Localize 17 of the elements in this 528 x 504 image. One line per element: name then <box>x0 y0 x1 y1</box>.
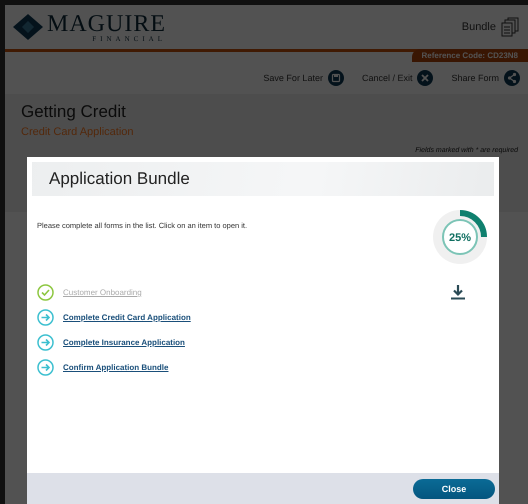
save-icon <box>328 70 344 86</box>
form-link[interactable]: Confirm Application Bundle <box>63 363 168 372</box>
page-subtitle: Credit Card Application <box>21 126 134 138</box>
diamond-logo-icon <box>13 14 43 40</box>
progress-reading: 25% <box>448 232 472 244</box>
share-icon <box>504 70 520 86</box>
bundle-label: Bundle <box>462 21 496 33</box>
form-link[interactable]: Complete Insurance Application <box>63 338 185 347</box>
close-icon <box>417 70 434 86</box>
download-icon[interactable] <box>451 285 465 300</box>
form-link[interactable]: Complete Credit Card Application <box>63 313 191 322</box>
reference-code: Reference Code: CD23N8 <box>412 49 528 62</box>
dialog-title: Application Bundle <box>32 162 494 196</box>
brand-name: MAGUIRE <box>47 12 166 36</box>
close-button[interactable]: Close <box>413 478 495 498</box>
page-title: Getting Credit <box>21 102 127 122</box>
documents-icon[interactable] <box>500 17 520 37</box>
